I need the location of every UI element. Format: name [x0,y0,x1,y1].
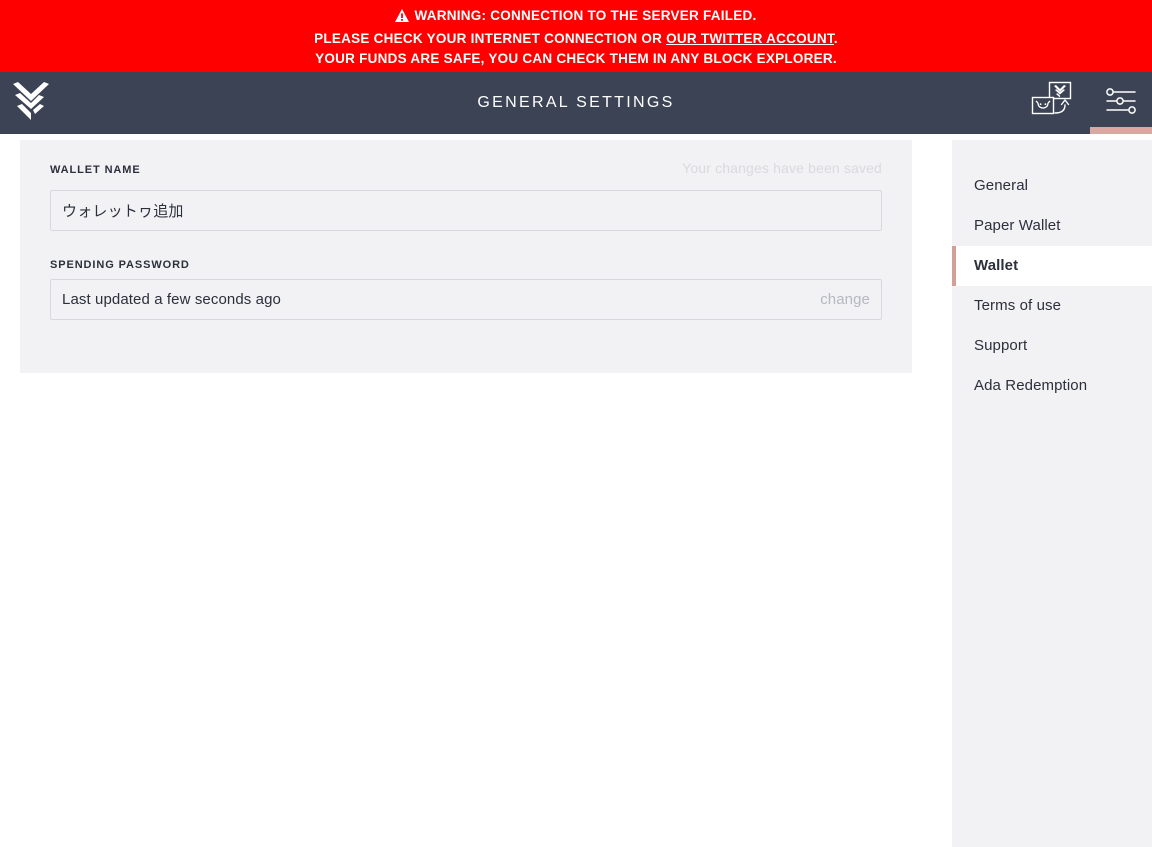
page-title: GENERAL SETTINGS [477,94,675,111]
daedalus-logo-icon [13,81,49,125]
wallet-name-value: ウォレットヮ追加 [62,203,184,220]
changes-saved-message: Your changes have been saved [682,160,882,176]
settings-menu-item-terms-of-use[interactable]: Terms of use [952,286,1152,326]
wallet-switch-icon [1029,80,1077,127]
twitter-account-link[interactable]: OUR TWITTER ACCOUNT [666,31,834,46]
settings-sliders-icon [1104,87,1138,120]
settings-menu-item-ada-redemption[interactable]: Ada Redemption [952,366,1152,406]
connection-warning-banner: WARNING: CONNECTION TO THE SERVER FAILED… [0,0,1152,72]
warning-text-1: WARNING: CONNECTION TO THE SERVER FAILED… [414,8,757,23]
warning-line-2: PLEASE CHECK YOUR INTERNET CONNECTION OR… [0,29,1152,50]
wallet-settings-panel: WALLET NAME Your changes have been saved… [20,140,912,373]
page-body: WALLET NAME Your changes have been saved… [0,134,1152,847]
settings-menu: General Paper Wallet Wallet Terms of use… [952,140,1152,847]
wallet-switch-button[interactable] [1016,72,1090,134]
settings-menu-item-support[interactable]: Support [952,326,1152,366]
settings-button[interactable] [1090,72,1152,134]
wallet-name-input[interactable]: ウォレットヮ追加 [50,190,882,231]
wallet-name-label: WALLET NAME [50,164,141,176]
warning-triangle-icon [395,8,410,29]
warning-text-2-suffix: . [833,30,838,46]
spending-password-label: SPENDING PASSWORD [50,259,190,271]
spending-password-row[interactable]: Last updated a few seconds ago change [50,279,882,320]
top-bar: GENERAL SETTINGS [0,72,1152,134]
settings-menu-item-paper-wallet[interactable]: Paper Wallet [952,206,1152,246]
change-password-link[interactable]: change [820,291,870,308]
settings-menu-item-wallet[interactable]: Wallet [952,246,1152,286]
settings-menu-item-general[interactable]: General [952,166,1152,206]
top-bar-actions [1016,72,1152,134]
settings-active-indicator [1090,127,1152,134]
warning-text-2-prefix: PLEASE CHECK YOUR INTERNET CONNECTION OR [314,30,667,46]
warning-line-1: WARNING: CONNECTION TO THE SERVER FAILED… [0,6,1152,29]
daedalus-logo-button[interactable] [0,72,62,134]
warning-line-3: YOUR FUNDS ARE SAFE, YOU CAN CHECK THEM … [315,51,837,67]
wallet-name-header: WALLET NAME Your changes have been saved [50,160,882,182]
spending-password-status: Last updated a few seconds ago [62,291,281,308]
